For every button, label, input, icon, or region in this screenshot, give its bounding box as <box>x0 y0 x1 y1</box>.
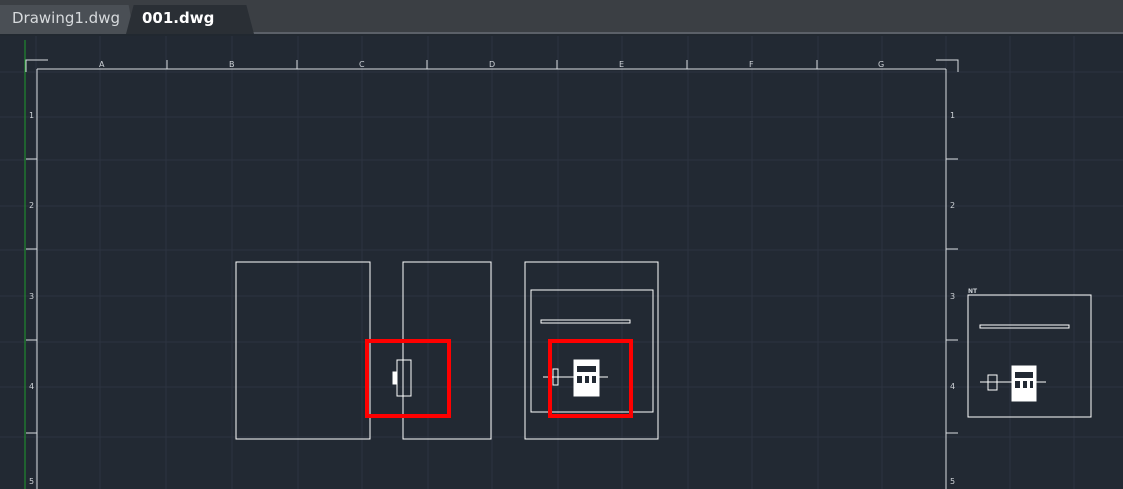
row-label-right-1: 1 <box>950 111 955 120</box>
row-label-right-2: 2 <box>950 201 955 210</box>
cad-application: Drawing1.dwg 001.dwg × A B C D E F G 1 2… <box>0 0 1123 489</box>
drawing-svg: A B C D E F G 1 2 3 4 5 1 2 3 4 5 NT <box>0 36 1123 489</box>
document-tab-bar: Drawing1.dwg 001.dwg × <box>0 0 1123 34</box>
highlight-box-breaker <box>365 339 451 418</box>
detail-view[interactable] <box>967 294 1092 418</box>
close-icon[interactable]: × <box>340 5 352 32</box>
row-label-right-3: 3 <box>950 292 955 301</box>
column-labels: A B C D E F G <box>99 60 884 69</box>
panel-2[interactable] <box>392 261 492 440</box>
panel-outline-1[interactable] <box>235 261 371 440</box>
column-label-f: F <box>749 60 754 69</box>
column-label-a: A <box>99 60 105 69</box>
drawing-canvas[interactable]: A B C D E F G 1 2 3 4 5 1 2 3 4 5 NT <box>0 36 1123 489</box>
column-label-d: D <box>489 60 495 69</box>
row-label-left-1: 1 <box>29 111 34 120</box>
tab-drawing1-label: Drawing1.dwg <box>12 9 120 27</box>
breaker-component[interactable] <box>396 359 412 397</box>
tab-001[interactable]: 001.dwg × <box>126 5 254 34</box>
column-label-e: E <box>619 60 624 69</box>
row-label-left-2: 2 <box>29 201 34 210</box>
row-labels-left: 1 2 3 4 5 <box>29 111 34 486</box>
detail-view-label: NT <box>968 288 978 295</box>
row-label-right-5: 5 <box>950 477 955 486</box>
row-label-left-3: 3 <box>29 292 34 301</box>
row-label-left-4: 4 <box>29 382 34 391</box>
tab-drawing1[interactable]: Drawing1.dwg <box>0 5 134 34</box>
column-label-c: C <box>359 60 365 69</box>
row-label-right-4: 4 <box>950 382 955 391</box>
column-label-g: G <box>878 60 884 69</box>
column-label-b: B <box>229 60 235 69</box>
row-labels-right: 1 2 3 4 5 <box>950 111 955 486</box>
tab-001-label: 001.dwg <box>142 9 215 27</box>
row-label-left-5: 5 <box>29 477 34 486</box>
panel-3[interactable] <box>524 261 659 440</box>
wire-duct <box>540 319 631 324</box>
